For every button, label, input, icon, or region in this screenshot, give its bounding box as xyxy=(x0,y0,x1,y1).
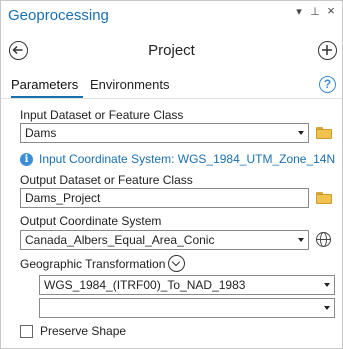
tool-title: Project xyxy=(148,42,195,59)
output-dataset-field[interactable]: Dams_Project xyxy=(20,188,309,208)
chevron-down-icon xyxy=(298,131,304,135)
pane-title: Geoprocessing xyxy=(8,7,109,24)
chevron-down-icon xyxy=(324,306,330,310)
output-coordinate-system-dropdown[interactable]: Canada_Albers_Equal_Area_Conic xyxy=(20,230,309,250)
input-dataset-value: Dams xyxy=(25,126,57,140)
tab-environments[interactable]: Environments xyxy=(90,77,169,92)
input-dataset-dropdown[interactable]: Dams xyxy=(20,123,309,143)
geographic-transformation-dropdown[interactable]: WGS_1984_(ITRF00)_To_NAD_1983 xyxy=(39,275,335,295)
add-button[interactable] xyxy=(318,41,337,60)
chevron-down-icon xyxy=(298,238,304,242)
expand-transformation-button[interactable] xyxy=(168,255,185,272)
preserve-shape-checkbox[interactable] xyxy=(20,325,33,338)
globe-icon[interactable] xyxy=(316,232,331,247)
tab-parameters[interactable]: Parameters xyxy=(11,77,78,92)
geographic-transformation-value: WGS_1984_(ITRF00)_To_NAD_1983 xyxy=(44,278,246,292)
close-icon[interactable]: × xyxy=(325,3,337,18)
pane-menu-icon[interactable]: ▾ xyxy=(293,5,305,18)
output-dataset-label: Output Dataset or Feature Class xyxy=(20,173,193,187)
plus-icon xyxy=(322,45,332,55)
chevron-down-icon xyxy=(324,283,330,287)
browse-output-folder-icon[interactable] xyxy=(316,192,332,204)
geographic-transformation-label: Geographic Transformation xyxy=(20,257,166,271)
preserve-shape-label: Preserve Shape xyxy=(40,324,127,338)
pin-icon[interactable]: ⊥ xyxy=(309,5,321,18)
browse-input-folder-icon[interactable] xyxy=(316,127,332,139)
input-dataset-label: Input Dataset or Feature Class xyxy=(20,108,184,122)
info-icon: i xyxy=(20,153,33,166)
output-coordinate-system-value: Canada_Albers_Equal_Area_Conic xyxy=(25,233,215,247)
chevron-down-icon xyxy=(171,257,181,267)
tool-nav-row: Project xyxy=(1,37,342,65)
help-icon[interactable]: ? xyxy=(319,76,336,93)
tab-divider xyxy=(1,98,342,99)
input-coordinate-text: Input Coordinate System: WGS_1984_UTM_Zo… xyxy=(39,152,336,166)
pane-header: Geoprocessing ▾ ⊥ × xyxy=(1,1,342,29)
output-coordinate-system-label: Output Coordinate System xyxy=(20,214,162,228)
geographic-transformation-dropdown-2[interactable] xyxy=(39,298,335,318)
geoprocessing-pane: Geoprocessing ▾ ⊥ × Project Parameters E… xyxy=(0,0,343,349)
output-dataset-value: Dams_Project xyxy=(25,191,101,205)
